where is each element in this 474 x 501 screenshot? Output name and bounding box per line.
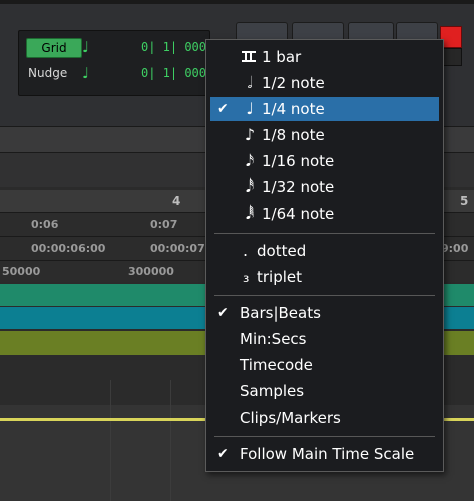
timecode-tick: 00:00:07: [150, 242, 205, 255]
nudge-value-display[interactable]: 0| 1| 000: [96, 64, 206, 82]
dotted-icon: .: [243, 241, 249, 260]
grid-line: [110, 380, 111, 501]
menu-item-half-note[interactable]: 𝅗𝅥 1/2 note: [210, 71, 439, 95]
menu-item-min-secs[interactable]: Min:Secs: [210, 327, 439, 351]
checkmark-icon: ✔: [217, 446, 229, 462]
triplet-icon: ₃: [243, 267, 250, 286]
bar-icon: [242, 51, 256, 62]
menu-item-sixteenth-note[interactable]: 𝅘𝅥𝅯 1/16 note: [210, 149, 439, 173]
thirty-second-note-icon: 𝅘𝅥𝅰: [245, 177, 255, 196]
menu-item-follow-main-time-scale[interactable]: ✔ Follow Main Time Scale: [210, 442, 439, 466]
toolbar-edge: [0, 0, 474, 4]
nudge-note-icon: ♩: [82, 64, 90, 82]
nudge-button[interactable]: Nudge: [28, 64, 67, 82]
grid-button[interactable]: Grid: [26, 38, 82, 58]
menu-item-dotted[interactable]: . dotted: [210, 239, 439, 263]
grid-line: [170, 380, 171, 501]
bar-marker: 4: [172, 194, 181, 208]
sixteenth-note-icon: 𝅘𝅥𝅯: [245, 151, 255, 170]
menu-item-clips-markers[interactable]: Clips/Markers: [210, 406, 439, 430]
menu-item-timecode[interactable]: Timecode: [210, 353, 439, 377]
menu-item-eighth-note[interactable]: ♪ 1/8 note: [210, 123, 439, 147]
checkmark-icon: ✔: [217, 101, 229, 117]
menu-separator: [214, 436, 435, 437]
timecode-tick: 00:00:06:00: [31, 242, 106, 255]
menu-item-1-bar[interactable]: 1 bar: [210, 45, 439, 69]
menu-item-thirty-second-note[interactable]: 𝅘𝅥𝅰 1/32 note: [210, 175, 439, 199]
samples-tick: 50000: [2, 265, 41, 278]
eighth-note-icon: ♪: [244, 125, 256, 144]
quarter-note-icon: ♩: [246, 99, 254, 118]
menu-item-triplet[interactable]: ₃ triplet: [210, 265, 439, 289]
grid-value-menu: 1 bar 𝅗𝅥 1/2 note ✔ ♩ 1/4 note ♪ 1/8 not…: [205, 39, 444, 472]
minsecs-tick: 0:07: [150, 218, 178, 231]
menu-separator: [214, 295, 435, 296]
grid-note-icon: ♩: [82, 38, 90, 56]
sixty-fourth-note-icon: 𝅘𝅥𝅱: [245, 204, 255, 223]
menu-separator: [214, 233, 435, 234]
timecode-tick: 9:00: [441, 242, 469, 255]
grid-value-display[interactable]: 0| 1| 000: [96, 38, 206, 56]
menu-item-samples[interactable]: Samples: [210, 379, 439, 403]
menu-item-sixty-fourth-note[interactable]: 𝅘𝅥𝅱 1/64 note: [210, 202, 439, 226]
samples-tick: 300000: [128, 265, 174, 278]
menu-item-quarter-note[interactable]: ✔ ♩ 1/4 note: [210, 97, 439, 121]
menu-item-bars-beats[interactable]: ✔ Bars|Beats: [210, 301, 439, 325]
minsecs-tick: 0:06: [31, 218, 59, 231]
bar-marker: 5: [460, 194, 469, 208]
checkmark-icon: ✔: [217, 305, 229, 321]
half-note-icon: 𝅗𝅥: [247, 73, 253, 92]
